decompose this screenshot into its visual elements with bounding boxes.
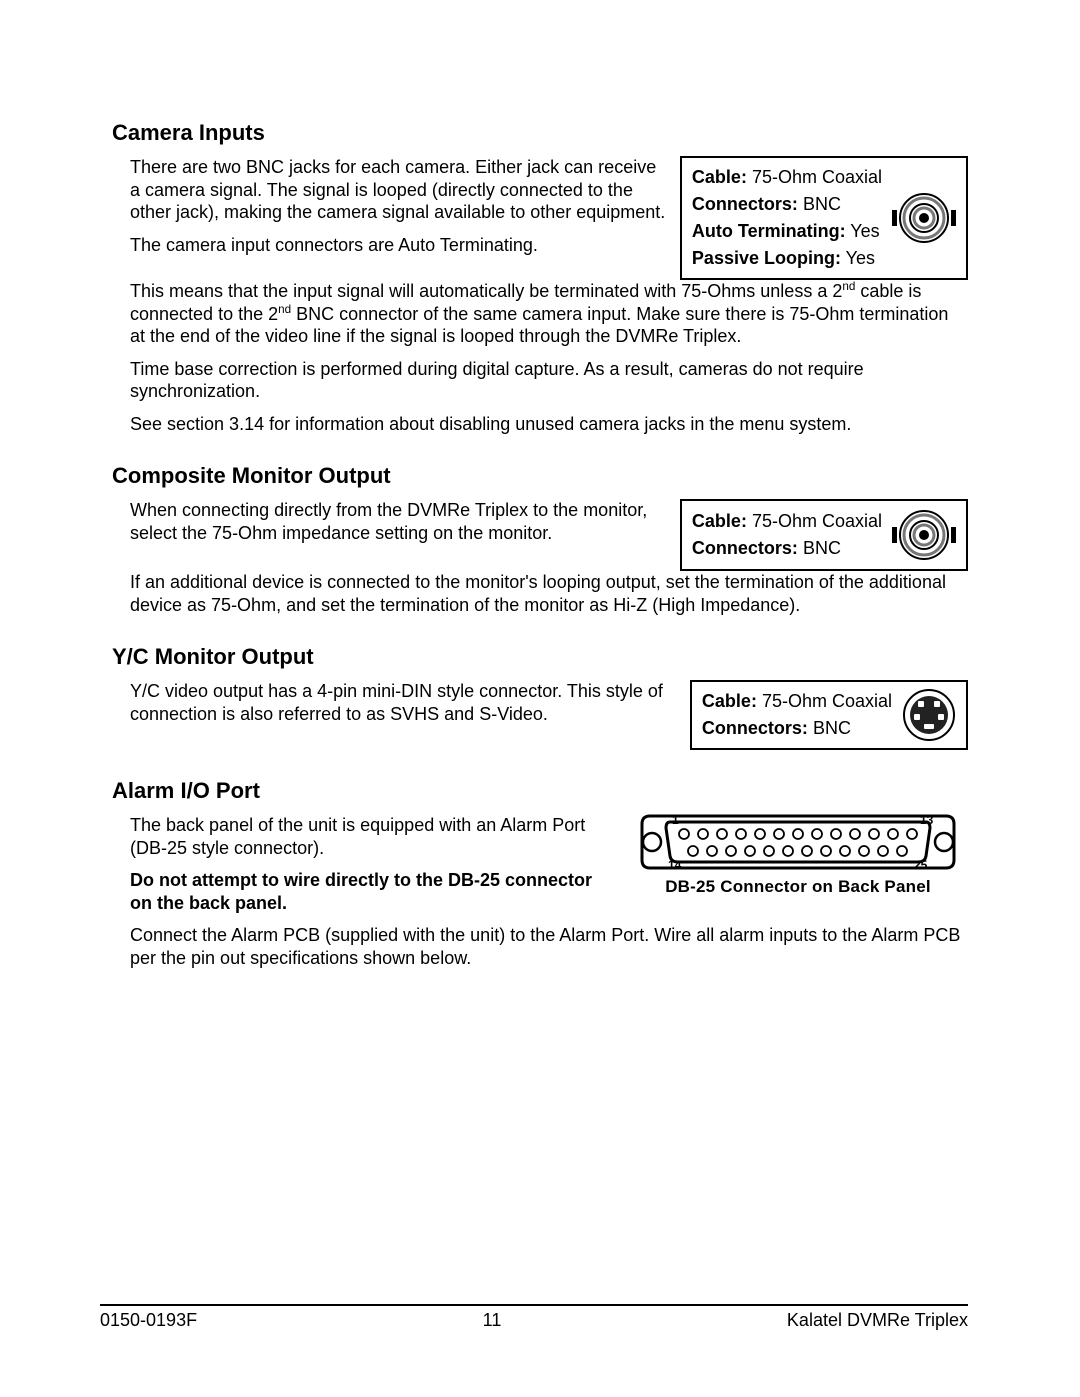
row-alarm: The back panel of the unit is equipped w… xyxy=(112,814,968,924)
minidin-connector-icon xyxy=(902,688,956,742)
composite-text: When connecting directly from the DVMRe … xyxy=(130,499,668,554)
db25-diagram: 1 13 14 25 DB-25 Connector on Back Panel xyxy=(628,814,968,897)
bnc-connector-icon xyxy=(892,190,956,246)
section-composite-output: Composite Monitor Output When connecting… xyxy=(112,463,968,616)
camera-inputs-p1: There are two BNC jacks for each camera.… xyxy=(130,156,668,224)
bnc-connector-icon xyxy=(892,507,956,563)
p3-a: This means that the input signal will au… xyxy=(130,281,842,301)
pin13-label: 13 xyxy=(920,814,934,827)
composite-p2: If an additional device is connected to … xyxy=(130,571,968,616)
passive-value: Yes xyxy=(841,248,875,268)
heading-yc-output: Y/C Monitor Output xyxy=(112,644,968,670)
footer-pagenum: 11 xyxy=(483,1310,502,1331)
autoterm-label: Auto Terminating: xyxy=(692,221,846,241)
p3-sup1: nd xyxy=(842,280,855,293)
alarm-text: The back panel of the unit is equipped w… xyxy=(130,814,616,924)
composite-p1: When connecting directly from the DVMRe … xyxy=(130,499,668,544)
heading-camera-inputs: Camera Inputs xyxy=(112,120,968,146)
camera-inputs-p2: The camera input connectors are Auto Ter… xyxy=(130,234,668,257)
row-composite: When connecting directly from the DVMRe … xyxy=(112,499,968,571)
connectors-label: Connectors: xyxy=(692,194,798,214)
alarm-p1: The back panel of the unit is equipped w… xyxy=(130,814,616,859)
pin25-label: 25 xyxy=(914,858,928,870)
p3-sup2: nd xyxy=(278,303,291,316)
camera-inputs-p3: This means that the input signal will au… xyxy=(130,280,968,348)
camera-inputs-p4: Time base correction is performed during… xyxy=(130,358,968,403)
alarm-warn: Do not attempt to wire directly to the D… xyxy=(130,869,616,914)
specbox-yc: Cable: 75-Ohm Coaxial Connectors: BNC xyxy=(690,680,968,750)
footer-product: Kalatel DVMRe Triplex xyxy=(787,1310,968,1331)
section-yc-output: Y/C Monitor Output Y/C video output has … xyxy=(112,644,968,750)
cable-label: Cable: xyxy=(692,167,747,187)
yc-p1: Y/C video output has a 4-pin mini-DIN st… xyxy=(130,680,678,725)
passive-label: Passive Looping: xyxy=(692,248,841,268)
comp-connectors-value: BNC xyxy=(798,538,841,558)
cable-value: 75-Ohm Coaxial xyxy=(747,167,882,187)
connectors-value: BNC xyxy=(798,194,841,214)
spec-text-composite: Cable: 75-Ohm Coaxial Connectors: BNC xyxy=(692,508,882,562)
camera-inputs-p5: See section 3.14 for information about d… xyxy=(130,413,968,436)
spec-text-yc: Cable: 75-Ohm Coaxial Connectors: BNC xyxy=(702,688,892,742)
section-camera-inputs: Camera Inputs There are two BNC jacks fo… xyxy=(112,120,968,435)
spec-text-camera: Cable: 75-Ohm Coaxial Connectors: BNC Au… xyxy=(692,164,882,272)
yc-text: Y/C video output has a 4-pin mini-DIN st… xyxy=(130,680,678,735)
footer-docnum: 0150-0193F xyxy=(100,1310,197,1331)
db25-connector-icon: 1 13 14 25 xyxy=(628,814,968,870)
specbox-camera-inputs: Cable: 75-Ohm Coaxial Connectors: BNC Au… xyxy=(680,156,968,280)
yc-cable-value: 75-Ohm Coaxial xyxy=(757,691,892,711)
autoterm-value: Yes xyxy=(846,221,880,241)
yc-connectors-value: BNC xyxy=(808,718,851,738)
heading-composite-output: Composite Monitor Output xyxy=(112,463,968,489)
specbox-composite: Cable: 75-Ohm Coaxial Connectors: BNC xyxy=(680,499,968,571)
yc-cable-label: Cable: xyxy=(702,691,757,711)
heading-alarm-io: Alarm I/O Port xyxy=(112,778,968,804)
alarm-p2: Connect the Alarm PCB (supplied with the… xyxy=(130,924,968,969)
comp-cable-value: 75-Ohm Coaxial xyxy=(747,511,882,531)
db25-caption: DB-25 Connector on Back Panel xyxy=(628,877,968,897)
camera-inputs-text: There are two BNC jacks for each camera.… xyxy=(130,156,668,266)
row-camera-inputs: There are two BNC jacks for each camera.… xyxy=(112,156,968,280)
page-footer: 0150-0193F 11 Kalatel DVMRe Triplex xyxy=(100,1304,968,1331)
yc-connectors-label: Connectors: xyxy=(702,718,808,738)
footer-row: 0150-0193F 11 Kalatel DVMRe Triplex xyxy=(100,1310,968,1331)
comp-connectors-label: Connectors: xyxy=(692,538,798,558)
pin14-label: 14 xyxy=(668,858,682,870)
section-alarm-io: Alarm I/O Port The back panel of the uni… xyxy=(112,778,968,969)
footer-divider xyxy=(100,1304,968,1306)
document-page: Camera Inputs There are two BNC jacks fo… xyxy=(0,0,1080,1397)
pin1-label: 1 xyxy=(672,814,679,827)
row-yc: Y/C video output has a 4-pin mini-DIN st… xyxy=(112,680,968,750)
comp-cable-label: Cable: xyxy=(692,511,747,531)
